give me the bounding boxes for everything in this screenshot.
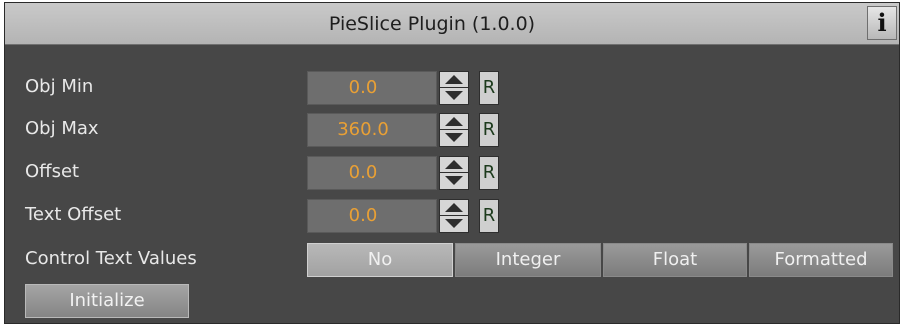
obj-min-reset-button[interactable]: R <box>479 71 499 105</box>
text-offset-increment-icon[interactable] <box>440 200 468 216</box>
control-text-option-no[interactable]: No <box>307 243 453 277</box>
obj-max-spinner <box>439 113 469 147</box>
offset-increment-icon[interactable] <box>440 157 468 173</box>
obj-max-reset-button[interactable]: R <box>479 113 499 147</box>
pieslice-plugin-panel: PieSlice Plugin (1.0.0) i Obj Min 0.0 R … <box>4 2 900 324</box>
control-text-option-formatted[interactable]: Formatted <box>749 243 893 277</box>
offset-field[interactable]: 0.0 <box>307 156 437 190</box>
obj-max-increment-icon[interactable] <box>440 114 468 130</box>
control-text-values-label: Control Text Values <box>25 248 197 269</box>
obj-min-increment-icon[interactable] <box>440 72 468 88</box>
obj-max-field[interactable]: 360.0 <box>307 113 437 147</box>
offset-reset-button[interactable]: R <box>479 156 499 190</box>
info-button[interactable]: i <box>867 6 897 40</box>
obj-min-spinner <box>439 71 469 105</box>
text-offset-reset-button[interactable]: R <box>479 199 499 233</box>
offset-label: Offset <box>25 161 80 182</box>
plugin-title: PieSlice Plugin (1.0.0) <box>328 13 536 35</box>
initialize-button[interactable]: Initialize <box>25 284 189 318</box>
offset-spinner <box>439 156 469 190</box>
obj-min-label: Obj Min <box>25 76 94 97</box>
control-text-option-float[interactable]: Float <box>603 243 747 277</box>
obj-max-label: Obj Max <box>25 118 99 139</box>
text-offset-spinner <box>439 199 469 233</box>
title-bar: PieSlice Plugin (1.0.0) i <box>5 3 899 45</box>
obj-min-field[interactable]: 0.0 <box>307 71 437 105</box>
obj-min-decrement-icon[interactable] <box>440 88 468 104</box>
text-offset-label: Text Offset <box>25 204 122 225</box>
control-text-option-integer[interactable]: Integer <box>455 243 601 277</box>
obj-max-decrement-icon[interactable] <box>440 130 468 146</box>
text-offset-field[interactable]: 0.0 <box>307 199 437 233</box>
offset-decrement-icon[interactable] <box>440 173 468 189</box>
text-offset-decrement-icon[interactable] <box>440 216 468 232</box>
